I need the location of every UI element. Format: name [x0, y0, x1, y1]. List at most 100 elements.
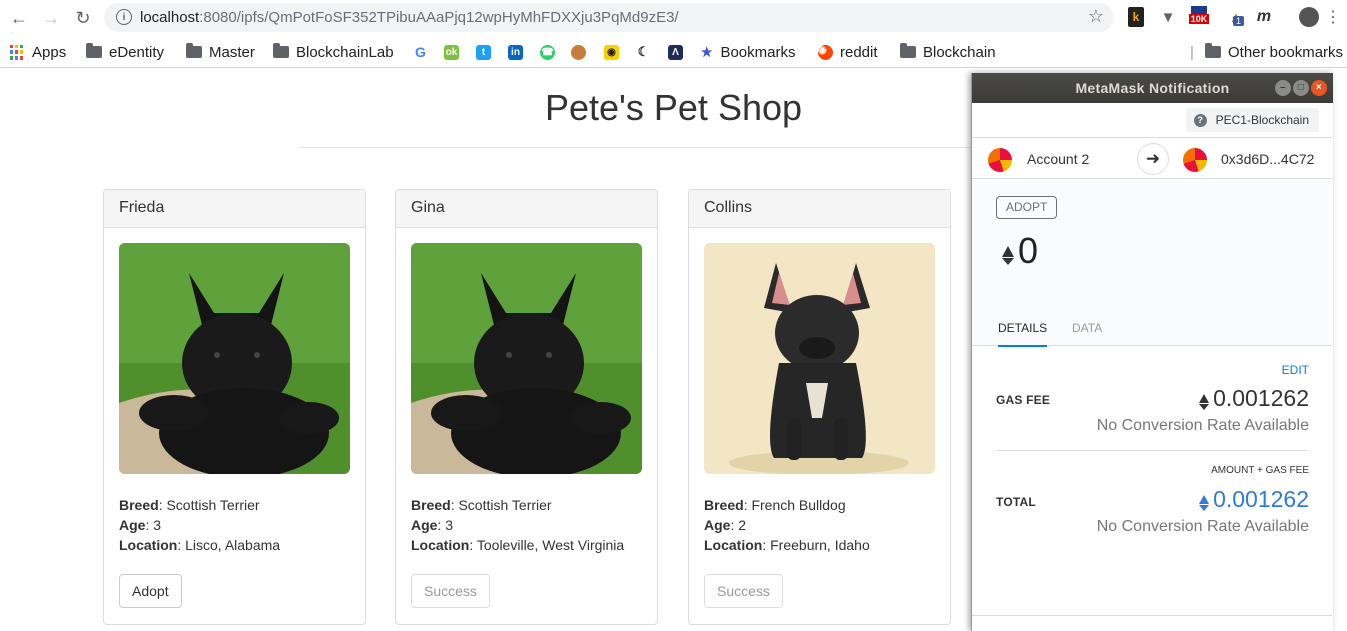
tab-details[interactable]: DETAILS — [998, 321, 1048, 347]
pet-details: Breed: Scottish Terrier Age: 3 Location:… — [119, 497, 281, 553]
site-info-icon[interactable]: i — [116, 9, 132, 25]
folder-icon — [186, 43, 202, 58]
success-button[interactable]: Success — [411, 574, 490, 608]
pet-name: Gina — [396, 190, 657, 228]
metamask-notification-window: MetaMask Notification – □ × ? PEC1-Block… — [971, 73, 1333, 631]
pet-card-collins: Collins Breed: French Bulldog Age: 2 Loc… — [688, 189, 951, 625]
triangle-logo-icon: Λ — [668, 44, 683, 60]
network-indicator[interactable]: ? PEC1-Blockchain — [1185, 108, 1319, 132]
total-conversion: No Conversion Rate Available — [1096, 518, 1309, 535]
arrow-right-icon: ➜ — [1137, 143, 1169, 175]
adopt-button[interactable]: Adopt — [119, 574, 182, 608]
pet-location: Tooleville, West Virginia — [476, 537, 625, 553]
linkedin-icon: in — [508, 44, 523, 60]
bookmark-arc[interactable]: Λ — [668, 41, 683, 63]
sender-recipient-row: Account 2 ➜ 0x3d6D...4C72 — [972, 137, 1332, 179]
bookmark-star-icon[interactable]: ☆ — [1088, 6, 1104, 27]
transaction-amount: 0 — [1002, 230, 1038, 272]
star-icon: ★ — [700, 44, 714, 61]
total-label: TOTAL — [996, 495, 1036, 509]
pet-breed: French Bulldog — [751, 497, 846, 513]
gas-fee-label: GAS FEE — [996, 393, 1051, 407]
pet-photo-scottish-terrier — [119, 243, 350, 474]
total-value: 0.001262 — [1199, 486, 1309, 513]
reload-icon[interactable]: ↻ — [72, 7, 94, 29]
success-button[interactable]: Success — [704, 574, 783, 608]
apps-grid-icon — [10, 44, 25, 60]
ether-icon — [1199, 495, 1210, 511]
pet-age: 2 — [738, 517, 747, 533]
edit-gas-link[interactable]: EDIT — [1282, 363, 1309, 377]
bookmark-blockchain[interactable]: Blockchain — [900, 41, 996, 63]
menu-dots-icon[interactable]: ⋮ — [1325, 7, 1341, 27]
bookmark-blockchainlab[interactable]: BlockchainLab — [273, 41, 394, 63]
ether-icon — [1002, 245, 1014, 265]
pet-photo-french-bulldog — [704, 243, 935, 474]
bookmark-bookmarks[interactable]: ★ Bookmarks — [700, 41, 795, 63]
browser-toolbar: ← → ↻ i localhost:8080/ipfs/QmPotFoSF352… — [0, 0, 1347, 36]
google-icon: G — [413, 44, 428, 60]
minimize-icon[interactable]: – — [1275, 80, 1291, 96]
pet-card-frieda: Frieda Breed: Scottish Terrier Age: 3 Lo… — [103, 189, 366, 625]
maximize-icon[interactable]: □ — [1293, 80, 1309, 96]
transaction-summary: ADOPT 0 DETAILS DATA — [972, 180, 1332, 347]
bookmark-apps[interactable]: Apps — [10, 41, 66, 63]
pet-age: 3 — [153, 517, 162, 533]
folder-icon — [1205, 43, 1221, 58]
bookmark-master[interactable]: Master — [186, 41, 255, 63]
to-address: 0x3d6D...4C72 — [1221, 151, 1315, 167]
moon-icon: ☾ — [636, 44, 651, 60]
pet-details: Breed: Scottish Terrier Age: 3 Location:… — [411, 497, 625, 553]
bookmarks-overflow-divider: | — [1190, 43, 1194, 61]
tab-data[interactable]: DATA — [1072, 321, 1102, 345]
bookmark-reddit[interactable]: ◉ reddit — [818, 41, 878, 63]
method-badge: ADOPT — [996, 196, 1058, 219]
close-icon[interactable]: × — [1311, 80, 1327, 96]
bookmarks-bar: Apps eDentity Master BlockchainLab G ok … — [0, 36, 1347, 68]
bookmark-linkedin[interactable]: in — [508, 41, 523, 63]
pet-photo-scottish-terrier — [411, 243, 642, 474]
help-icon: ? — [1193, 113, 1207, 127]
gas-fee-value: 0.001262 — [1199, 385, 1309, 412]
bookmark-google[interactable]: G — [413, 41, 428, 63]
bookmark-whatsapp[interactable]: ☎ — [540, 41, 555, 63]
address-bar[interactable]: i localhost:8080/ipfs/QmPotFoSF352TPibuA… — [104, 3, 1114, 32]
from-account: Account 2 — [1027, 151, 1090, 167]
url-text: localhost:8080/ipfs/QmPotFoSF352TPibuAAa… — [140, 9, 679, 26]
footer-divider — [972, 615, 1332, 616]
section-divider — [996, 450, 1308, 451]
extension-10k-icon[interactable]: 10K — [1188, 6, 1210, 27]
reddit-icon: ◉ — [818, 44, 833, 60]
window-titlebar: MetaMask Notification – □ × — [972, 73, 1333, 103]
metamask-extension-icon[interactable]: ▲ 1 — [1225, 7, 1247, 27]
pet-location: Freeburn, Idaho — [770, 537, 870, 553]
bookmark-twitter[interactable]: t — [476, 41, 491, 63]
pet-location: Lisco, Alabama — [185, 537, 281, 553]
twitter-icon: t — [476, 44, 491, 60]
bookmark-food[interactable] — [571, 41, 586, 63]
back-arrow-icon[interactable]: ← — [8, 7, 30, 29]
mercury-extension-icon[interactable]: m — [1255, 7, 1273, 27]
forward-arrow-icon[interactable]: → — [40, 7, 62, 29]
folder-icon — [900, 43, 916, 58]
pocket-extension-icon[interactable]: ▼ — [1159, 7, 1177, 27]
account-identicon — [988, 148, 1012, 172]
bookmark-edentity[interactable]: eDentity — [86, 41, 164, 63]
folder-icon — [86, 43, 102, 58]
profile-avatar[interactable] — [1299, 7, 1319, 27]
bookmark-olx[interactable]: ok — [444, 41, 459, 63]
bookmark-other[interactable]: Other bookmarks — [1205, 41, 1343, 63]
bookmark-moon[interactable]: ☾ — [636, 41, 651, 63]
pet-name: Collins — [689, 190, 950, 228]
folder-icon — [273, 43, 289, 58]
pet-age: 3 — [445, 517, 454, 533]
pet-breed: Scottish Terrier — [166, 497, 260, 513]
bookmark-maps[interactable]: ◉ — [604, 41, 619, 63]
title-divider — [298, 147, 1050, 148]
pet-card-gina: Gina Breed: Scottish Terrier Age: 3 Loca… — [395, 189, 658, 625]
olx-icon: ok — [444, 44, 459, 60]
recipient-identicon — [1183, 148, 1207, 172]
keepa-extension-icon[interactable]: k — [1128, 7, 1144, 27]
gas-fee-conversion: No Conversion Rate Available — [1096, 417, 1309, 434]
amount-plus-gas-label: AMOUNT + GAS FEE — [1211, 465, 1309, 476]
